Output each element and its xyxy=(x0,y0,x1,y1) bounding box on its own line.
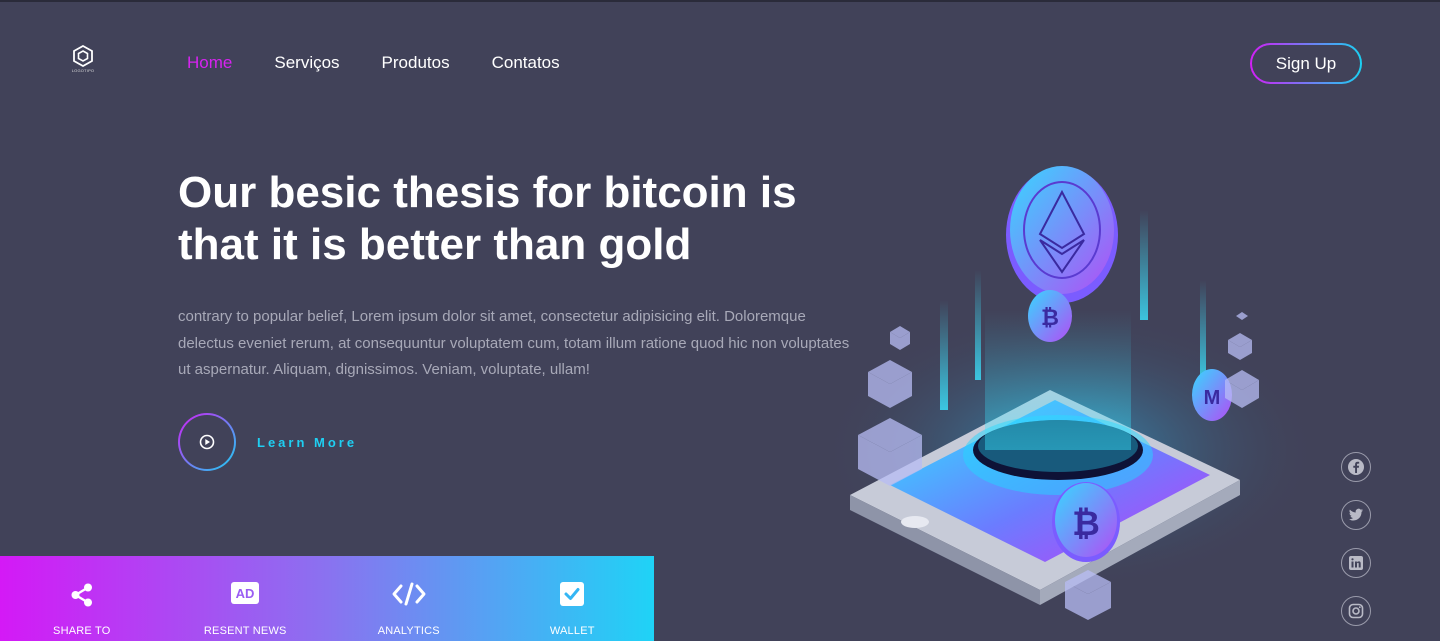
logo-text: LOGOTIPO xyxy=(71,68,95,73)
hexagon-logo-icon xyxy=(73,45,93,67)
checkbox-icon xyxy=(560,582,585,606)
nav-servicos[interactable]: Serviços xyxy=(274,53,339,73)
signup-button[interactable]: Sign Up xyxy=(1250,43,1362,84)
hero-description: contrary to popular belief, Lorem ipsum … xyxy=(178,308,850,378)
linkedin-icon xyxy=(1349,556,1363,570)
play-button[interactable] xyxy=(178,413,236,471)
signup-label: Sign Up xyxy=(1252,45,1360,82)
svg-text:M: M xyxy=(1204,387,1221,409)
share-icon xyxy=(71,583,92,607)
main-nav: Home Serviços Produtos Contatos xyxy=(187,53,602,73)
top-border xyxy=(0,0,1440,2)
feature-news-label: RESENT NEWS xyxy=(203,625,287,637)
svg-text:AD: AD xyxy=(236,586,255,601)
crypto-phone-illustration: ₿ M ₿ xyxy=(820,166,1320,620)
svg-text:₿: ₿ xyxy=(1041,305,1059,330)
svg-text:₿: ₿ xyxy=(1072,505,1100,543)
feature-wallet[interactable]: WALLET xyxy=(491,556,655,641)
feature-analytics-label: ANALYTICS xyxy=(377,625,440,637)
twitter-link[interactable] xyxy=(1341,500,1371,530)
facebook-link[interactable] xyxy=(1341,452,1371,482)
twitter-icon xyxy=(1349,508,1363,521)
features-bar: SHARE TO AD RESENT NEWS ANALYTICS WALLET xyxy=(0,556,654,641)
code-icon xyxy=(392,582,426,606)
learn-more-link[interactable]: Learn More xyxy=(257,435,357,450)
linkedin-link[interactable] xyxy=(1341,548,1371,578)
nav-produtos[interactable]: Produtos xyxy=(382,53,450,73)
feature-news[interactable]: AD RESENT NEWS xyxy=(164,556,328,641)
facebook-icon xyxy=(1348,459,1364,475)
logo[interactable]: LOGOTIPO xyxy=(70,45,96,75)
feature-wallet-label: WALLET xyxy=(549,625,595,637)
instagram-icon xyxy=(1348,603,1364,619)
nav-home[interactable]: Home xyxy=(187,53,232,73)
play-icon xyxy=(199,434,215,450)
ad-icon: AD xyxy=(231,582,260,604)
feature-share[interactable]: SHARE TO xyxy=(0,556,164,641)
instagram-link[interactable] xyxy=(1341,596,1371,626)
feature-share-label: SHARE TO xyxy=(53,625,111,637)
feature-analytics[interactable]: ANALYTICS xyxy=(327,556,491,641)
social-links xyxy=(1341,452,1371,626)
hero-title: Our besic thesis for bitcoin is that it … xyxy=(178,168,797,269)
nav-contatos[interactable]: Contatos xyxy=(492,53,560,73)
